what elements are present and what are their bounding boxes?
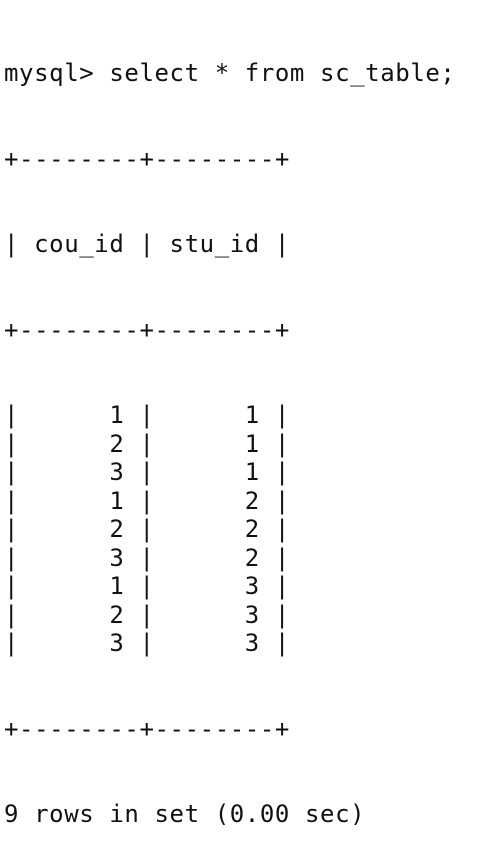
table-border-top: +--------+--------+: [4, 144, 290, 173]
table-row: | 3 | 2 |: [4, 543, 290, 572]
table-row: | 1 | 1 |: [4, 401, 290, 429]
command-line: mysql> select * from sc_table;: [4, 59, 456, 87]
terminal-window: mysql> select * from sc_table; +--------…: [4, 0, 479, 828]
table-row: | 2 | 3 |: [4, 600, 290, 629]
table-border-bottom: +--------+--------+: [4, 714, 290, 743]
table-row: | 1 | 2 |: [4, 486, 290, 515]
table-row: | 2 | 2 |: [4, 515, 290, 543]
table-border-mid: +--------+--------+: [4, 315, 290, 344]
table-header-row: | cou_id | stu_id |: [4, 230, 290, 258]
table-row: | 2 | 1 |: [4, 429, 290, 458]
result-summary: 9 rows in set (0.00 sec): [4, 800, 366, 828]
table-row: | 1 | 3 |: [4, 572, 290, 600]
table-body: | 1 | 1 | | 2 | 1 | | 3 | 1 | | 1 | 2 | | 2 …: [4, 401, 479, 658]
table-row: | 3 | 1 |: [4, 458, 290, 486]
table-row: | 3 | 3 |: [4, 629, 290, 657]
